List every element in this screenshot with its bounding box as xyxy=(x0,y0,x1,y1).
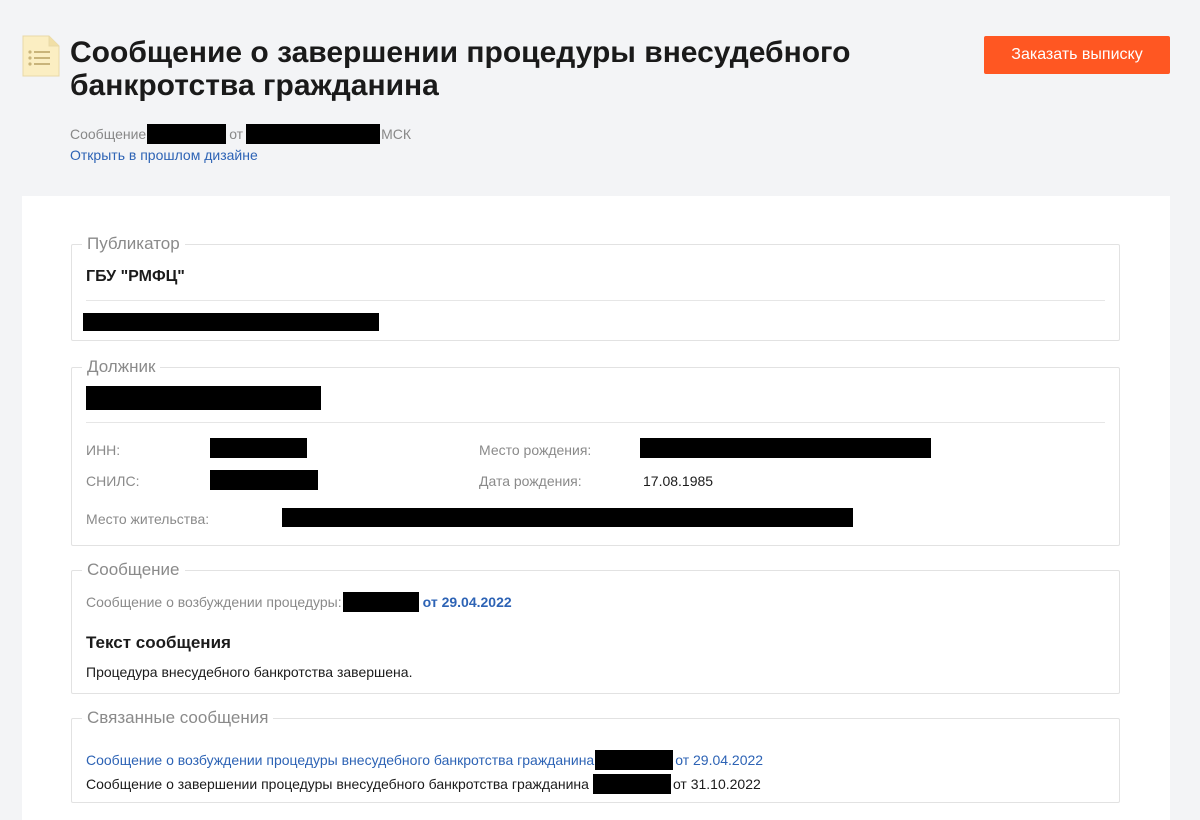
document-icon xyxy=(22,35,60,77)
birthdate-label: Дата рождения: xyxy=(479,473,582,489)
meta-from: от xyxy=(229,126,244,142)
order-extract-button[interactable]: Заказать выписку xyxy=(984,36,1170,74)
redacted-birthplace xyxy=(640,438,931,458)
initiation-reference: Сообщение о возбуждении процедуры: от 29… xyxy=(86,592,512,612)
birthdate-value: 17.08.1985 xyxy=(643,473,714,489)
related-item-title-link[interactable]: Сообщение о возбуждении процедуры внесуд… xyxy=(86,752,594,768)
message-text-body: Процедура внесудебного банкротства завер… xyxy=(86,664,413,680)
related-item-current: Сообщение о завершении процедуры внесуде… xyxy=(86,774,761,794)
message-meta: Сообщение от МСК xyxy=(70,124,411,144)
redacted-debtor-name xyxy=(86,386,321,410)
related-legend: Связанные сообщения xyxy=(87,708,269,727)
inn-label: ИНН: xyxy=(86,442,121,458)
publisher-legend: Публикатор xyxy=(87,234,180,253)
birthplace-label: Место рождения: xyxy=(479,442,592,458)
redacted-initiation-number xyxy=(342,592,419,612)
related-item-date: от 31.10.2022 xyxy=(672,776,761,792)
publisher-name: ГБУ "РМФЦ" xyxy=(86,268,185,285)
initiation-label: Сообщение о возбуждении процедуры: xyxy=(86,594,342,610)
publisher-divider xyxy=(86,300,1105,301)
related-item[interactable]: Сообщение о возбуждении процедуры внесуд… xyxy=(86,750,763,770)
redacted-message-number xyxy=(147,124,227,144)
redacted-message-datetime xyxy=(246,124,381,144)
page-title: Сообщение о завершении процедуры внесуде… xyxy=(70,36,851,102)
initiation-date-link[interactable]: от 29.04.2022 xyxy=(423,594,512,610)
redacted-residence xyxy=(282,508,853,527)
meta-timezone: МСК xyxy=(381,126,412,142)
meta-prefix: Сообщение xyxy=(70,126,147,142)
related-item-date-link[interactable]: от 29.04.2022 xyxy=(675,752,763,768)
message-legend: Сообщение xyxy=(87,560,180,579)
debtor-legend: Должник xyxy=(87,357,156,376)
message-card: Публикатор ГБУ "РМФЦ" Должник ИНН: Место… xyxy=(22,196,1170,820)
redacted-publisher-details xyxy=(83,313,379,331)
message-text-heading: Текст сообщения xyxy=(86,633,231,652)
debtor-divider xyxy=(86,422,1105,423)
snils-label: СНИЛС: xyxy=(86,473,140,489)
redacted-related-number xyxy=(592,774,671,794)
related-item-title: Сообщение о завершении процедуры внесуде… xyxy=(86,776,589,792)
residence-label: Место жительства: xyxy=(86,511,210,527)
redacted-related-number xyxy=(595,750,674,770)
old-design-link[interactable]: Открыть в прошлом дизайне xyxy=(70,147,258,163)
redacted-snils xyxy=(210,470,318,490)
redacted-inn xyxy=(210,438,307,458)
